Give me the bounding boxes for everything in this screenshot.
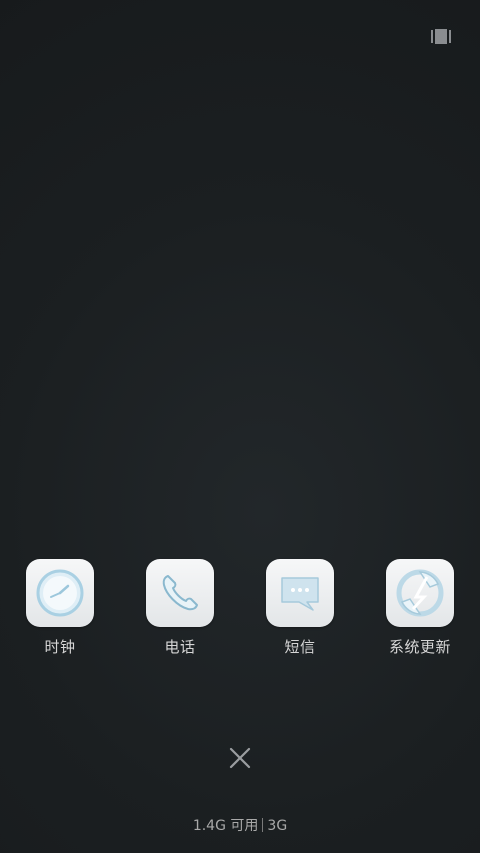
recent-app-label: 系统更新 — [388, 638, 451, 656]
recent-app-clock[interactable]: 时钟 — [12, 559, 108, 669]
memory-total: 3G — [267, 818, 288, 834]
close-icon — [229, 747, 251, 769]
system-update-tile — [386, 559, 454, 627]
recent-app-phone[interactable]: 电话 — [132, 559, 228, 669]
messages-icon — [281, 577, 319, 611]
view-toggle-icon — [431, 28, 451, 48]
recent-app-label: 时钟 — [44, 638, 76, 656]
phone-tile — [146, 559, 214, 627]
memory-divider — [262, 818, 264, 832]
close-all-button[interactable] — [226, 744, 254, 772]
recent-apps-row: 时钟 电话 短信 系统更新 — [0, 559, 480, 669]
recent-app-system-update[interactable]: 系统更新 — [372, 559, 468, 669]
system-update-icon — [396, 569, 444, 617]
clock-icon — [36, 569, 84, 617]
view-toggle-button[interactable] — [431, 28, 451, 48]
recent-app-label: 电话 — [164, 638, 196, 656]
memory-status: 1.4G 可用 3G — [0, 815, 480, 835]
clock-tile — [26, 559, 94, 627]
recent-app-messages[interactable]: 短信 — [252, 559, 348, 669]
messages-tile — [266, 559, 334, 627]
phone-icon — [162, 575, 198, 611]
recent-app-label: 短信 — [284, 638, 316, 656]
memory-available: 1.4G 可用 — [192, 818, 259, 834]
